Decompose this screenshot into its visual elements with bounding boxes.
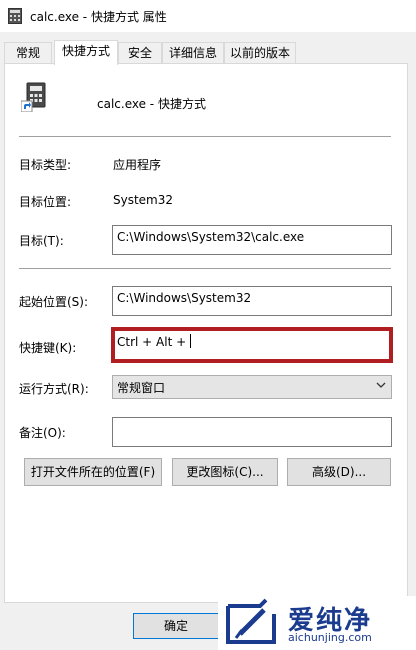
window-title: calc.exe - 快捷方式 属性 [30,10,167,24]
shortcut-panel: calc.exe - 快捷方式 目标类型: 应用程序 目标位置: System3… [4,63,408,603]
ok-button[interactable]: 确定 [133,613,219,639]
calculator-icon [8,8,22,24]
comment-label: 备注(O): [19,426,66,440]
watermark-url: aichunjing.com [288,631,372,644]
tab-security[interactable]: 安全 [118,42,162,64]
shortcut-key-field[interactable]: Ctrl + Alt + [111,327,393,363]
start-in-label: 起始位置(S): [19,295,89,309]
text-caret [190,334,192,348]
watermark-logo [226,598,276,644]
target-type-label: 目标类型: [19,158,72,172]
advanced-button[interactable]: 高级(D)... [287,458,391,486]
comment-field[interactable] [112,417,392,447]
open-file-location-button[interactable]: 打开文件所在的位置(F) [24,458,162,486]
tab-general[interactable]: 常规 [4,42,52,64]
run-label: 运行方式(R): [19,382,89,396]
divider [19,136,391,137]
change-icon-button[interactable]: 更改图标(C)... [172,458,278,486]
target-location-label: 目标位置: [19,195,72,209]
target-type-value: 应用程序 [113,158,162,172]
tab-shortcut[interactable]: 快捷方式 [54,40,118,65]
divider [19,268,391,269]
title-bar: calc.exe - 快捷方式 属性 [0,0,416,32]
start-in-field[interactable]: C:\Windows\System32 [112,286,392,316]
shortcut-key-value: Ctrl + Alt + [117,335,187,349]
run-select[interactable]: 常规窗口 [112,375,392,399]
chevron-down-icon [376,382,386,388]
shortcut-key-label: 快捷键(K): [19,341,77,355]
shortcut-name: calc.exe - 快捷方式 [97,97,206,111]
target-location-value: System32 [113,193,174,207]
tab-previous-versions[interactable]: 以前的版本 [224,42,296,64]
target-field[interactable]: C:\Windows\System32\calc.exe [112,225,392,255]
watermark: 爱纯净 aichunjing.com [218,596,416,650]
tab-details[interactable]: 详细信息 [162,42,224,64]
run-select-value: 常规窗口 [117,381,166,395]
target-label: 目标(T): [19,234,64,248]
calculator-shortcut-icon [21,82,46,112]
